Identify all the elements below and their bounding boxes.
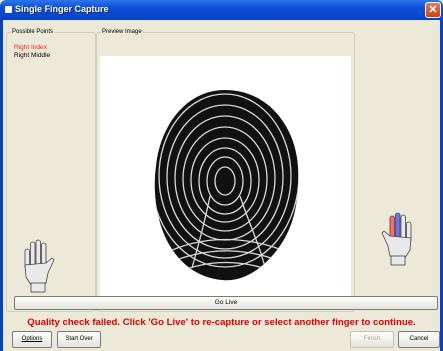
app-icon bbox=[5, 6, 12, 13]
title-bar[interactable]: Single Finger Capture ✕ bbox=[0, 0, 443, 20]
window-client: Possible Points Right Index Right Middle… bbox=[3, 20, 440, 351]
possible-points-legend: Possible Points bbox=[12, 29, 54, 35]
preview-image-legend: Preview Image bbox=[102, 29, 142, 35]
points-list[interactable]: Right Index Right Middle bbox=[14, 44, 50, 60]
options-button[interactable]: Options bbox=[12, 331, 52, 348]
fingerprint-image bbox=[154, 90, 299, 281]
point-right-middle[interactable]: Right Middle bbox=[14, 52, 50, 60]
options-button-label: Options bbox=[21, 336, 43, 342]
go-live-button[interactable]: Go Live bbox=[14, 296, 438, 310]
preview-image-area bbox=[100, 56, 351, 302]
status-message: Quality check failed. Click 'Go Live' to… bbox=[27, 317, 416, 328]
left-hand-icon bbox=[24, 239, 55, 293]
point-right-index[interactable]: Right Index bbox=[14, 44, 50, 52]
finish-button: Finish bbox=[350, 331, 394, 348]
possible-points-group: Possible Points Right Index Right Middle bbox=[6, 29, 96, 312]
cancel-button[interactable]: Cancel bbox=[398, 331, 440, 348]
close-button[interactable]: ✕ bbox=[425, 2, 441, 18]
window-title: Single Finger Capture bbox=[15, 4, 109, 14]
start-over-button[interactable]: Start Over bbox=[57, 331, 101, 348]
right-hand-icon bbox=[381, 212, 412, 266]
